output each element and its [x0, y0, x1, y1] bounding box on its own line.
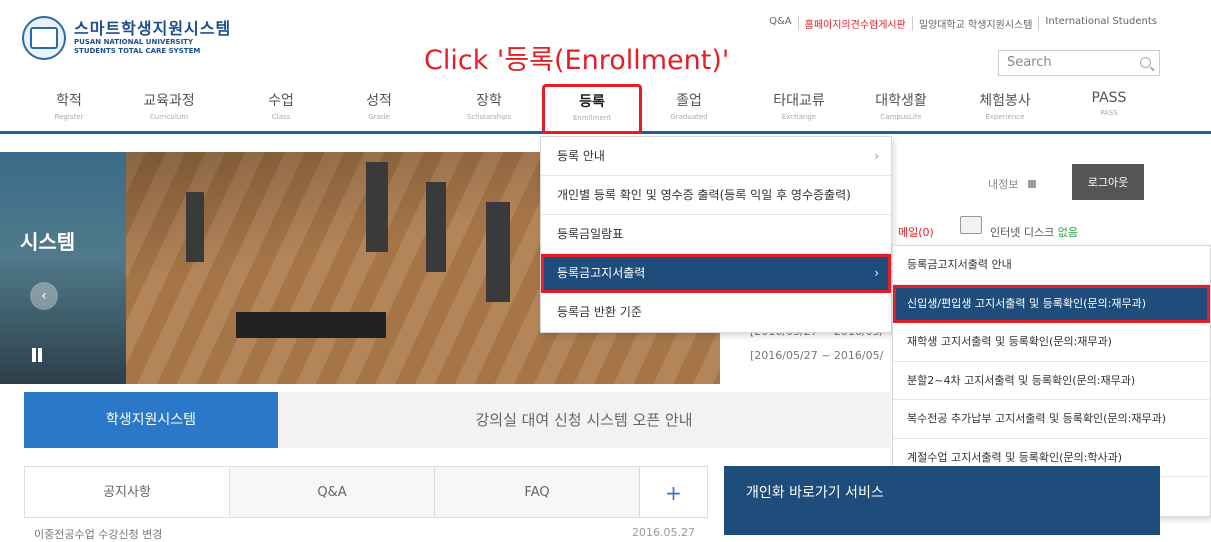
nav-item-experience[interactable]: 체험봉사 Experience — [960, 90, 1050, 121]
enrollment-dropdown: 등록 안내 › 개인별 등록 확인 및 영수증 출력(등록 익일 후 영수증출력… — [540, 136, 892, 333]
main-nav: 학적 Register 교육과정 Curriculum 수업 Class 성적 … — [0, 84, 1211, 134]
menu-item-tuition-table[interactable]: 등록금일람표 — [541, 215, 891, 254]
nav-sublabel: Exchange — [781, 113, 817, 121]
mail-count[interactable]: 메일(0) — [898, 224, 934, 240]
logo-subtitle-1: PUSAN NATIONAL UNIVERSITY — [74, 38, 194, 46]
nav-sublabel: Curriculum — [149, 113, 189, 121]
nav-sublabel: PASS — [1100, 109, 1118, 117]
nav-item-grade[interactable]: 성적 Grade — [334, 90, 424, 121]
hero-side-panel: 시스템 ‹ — [0, 152, 126, 384]
nav-sublabel: Grade — [368, 113, 390, 121]
submenu-item-enrolled-bill[interactable]: 재학생 고지서출력 및 등록확인(문의:재무과) — [893, 323, 1210, 362]
more-plus-icon[interactable]: + — [640, 467, 707, 517]
nav-item-campuslife[interactable]: 대학생활 CampusLife — [856, 90, 946, 121]
menu-item-refund-policy[interactable]: 등록금 반환 기준 — [541, 293, 891, 332]
menu-item-label: 등록금 반환 기준 — [557, 305, 642, 319]
hero-title: 시스템 — [20, 230, 76, 254]
submenu-item-bill-guide[interactable]: 등록금고지서출력 안내 — [893, 246, 1210, 285]
nav-label: 교육과정 — [143, 93, 195, 109]
pause-icon[interactable] — [30, 348, 44, 362]
nav-sublabel: Graduated — [670, 113, 708, 121]
nav-sublabel: CampusLife — [880, 113, 922, 121]
nav-item-class[interactable]: 수업 Class — [236, 90, 326, 121]
nav-label: 학적 — [56, 93, 82, 109]
nav-sublabel: Register — [54, 113, 84, 121]
university-seal-icon — [22, 16, 66, 60]
tab-classroom-rental[interactable]: 강의실 대여 신청 시스템 오픈 안내 — [278, 392, 890, 448]
menu-item-tuition-bill[interactable]: 등록금고지서출력 › — [541, 254, 891, 293]
nav-label: 졸업 — [676, 93, 702, 109]
nav-label: 성적 — [366, 93, 392, 109]
search-icon[interactable] — [1140, 57, 1151, 68]
site-logo[interactable]: 스마트학생지원시스템 PUSAN NATIONAL UNIVERSITY STU… — [22, 16, 231, 60]
nav-label: 등록 — [579, 94, 605, 110]
nav-item-curriculum[interactable]: 교육과정 Curriculum — [124, 90, 214, 121]
nav-label: 체험봉사 — [979, 93, 1031, 109]
logo-title: 스마트학생지원시스템 — [74, 19, 232, 38]
my-info-link[interactable]: 내정보 — [988, 176, 1036, 192]
tab-qna[interactable]: Q&A — [230, 467, 435, 517]
top-link-international[interactable]: International Students — [1038, 16, 1163, 31]
chevron-right-icon: › — [874, 149, 879, 163]
tab-faq[interactable]: FAQ — [435, 467, 640, 517]
internet-disk-status[interactable]: 인터넷 디스크 없음 — [990, 224, 1078, 240]
submenu-item-double-major-bill[interactable]: 복수전공 추가납부 고지서출력 및 등록확인(문의:재무과) — [893, 400, 1210, 439]
top-link-feedback[interactable]: 홈페이지의견수렴게시판 — [797, 16, 912, 31]
nav-item-pass[interactable]: PASS PASS — [1064, 90, 1154, 117]
search-input[interactable]: Search — [998, 50, 1160, 76]
top-links: Q&A 홈페이지의견수렴게시판 밀양대학교 학생지원시스템 Internatio… — [763, 16, 1163, 31]
chevron-right-icon: › — [874, 266, 879, 280]
nav-label: 장학 — [476, 93, 502, 109]
menu-item-receipt[interactable]: 개인별 등록 확인 및 영수증 출력(등록 익일 후 영수증출력) — [541, 176, 891, 215]
my-info-label: 내정보 — [988, 178, 1019, 191]
top-link-miryang[interactable]: 밀양대학교 학생지원시스템 — [911, 16, 1039, 31]
nav-item-scholarships[interactable]: 장학 Scholarships — [444, 90, 534, 121]
lock-icon — [1027, 180, 1036, 188]
notice-row-title[interactable]: 이중전공수업 수강신청 변경 — [34, 526, 162, 542]
date-range: [2016/05/27 ~ 2016/05/ — [750, 349, 884, 362]
submenu-item-freshman-bill[interactable]: 신입생/편입생 고지서출력 및 등록확인(문의:재무과) — [893, 284, 1210, 323]
prev-slide-icon[interactable]: ‹ — [30, 282, 58, 310]
nav-sublabel: Class — [271, 113, 291, 121]
logo-subtitle-2: STUDENTS TOTAL CARE SYSTEM — [74, 47, 201, 55]
quick-panel-title: 개인화 바로가기 서비스 — [746, 485, 884, 501]
nav-sublabel: Enrollment — [572, 114, 612, 122]
tab-notices[interactable]: 공지사항 — [25, 467, 230, 517]
nav-item-enrollment[interactable]: 등록 Enrollment — [542, 84, 642, 134]
submenu-item-installment-bill[interactable]: 분할2~4차 고지서출력 및 등록확인(문의:재무과) — [893, 362, 1210, 400]
nav-item-exchange[interactable]: 타대교류 Exchange — [754, 90, 844, 121]
menu-item-label: 등록 안내 — [557, 149, 605, 163]
notice-tabs: 공지사항 Q&A FAQ + — [24, 466, 708, 518]
quick-shortcut-panel: 개인화 바로가기 서비스 — [724, 466, 1160, 535]
disk-icon[interactable] — [960, 216, 982, 234]
menu-item-enrollment-guide[interactable]: 등록 안내 › — [541, 137, 891, 176]
tab-student-support[interactable]: 학생지원시스템 — [24, 392, 278, 448]
disk-label: 인터넷 디스크 — [990, 226, 1055, 239]
nav-sublabel: Scholarships — [466, 113, 512, 121]
nav-sublabel: Experience — [985, 113, 1025, 121]
nav-label: 타대교류 — [773, 93, 825, 109]
nav-item-register[interactable]: 학적 Register — [24, 90, 114, 121]
disk-status: 없음 — [1057, 226, 1078, 239]
notice-row-date: 2016.05.27 — [632, 526, 695, 539]
nav-label: 수업 — [268, 93, 294, 109]
top-link-qna[interactable]: Q&A — [763, 16, 798, 31]
nav-label: 대학생활 — [875, 93, 927, 109]
menu-item-label: 등록금고지서출력 — [557, 266, 646, 280]
menu-item-label: 등록금일람표 — [557, 227, 624, 241]
menu-item-label: 개인별 등록 확인 및 영수증 출력(등록 익일 후 영수증출력) — [557, 188, 851, 202]
nav-item-graduated[interactable]: 졸업 Graduated — [644, 90, 734, 121]
instruction-text: Click '등록(Enrollment)' — [424, 45, 730, 76]
nav-label: PASS — [1091, 90, 1127, 106]
search-placeholder: Search — [1007, 55, 1052, 70]
logout-button[interactable]: 로그아웃 — [1072, 164, 1144, 200]
